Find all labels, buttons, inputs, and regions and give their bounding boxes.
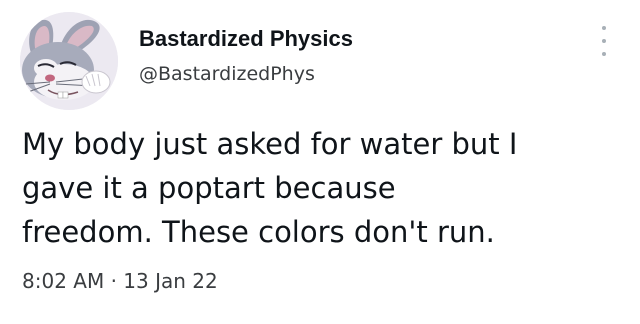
bugs-bunny-avatar-icon <box>20 12 118 110</box>
tweet-date: 13 Jan 22 <box>123 269 218 293</box>
timestamp-separator: · <box>110 269 117 293</box>
avatar[interactable] <box>20 12 118 110</box>
tweet-time: 8:02 AM <box>22 269 105 293</box>
tweet-timestamp[interactable]: 8:02 AM · 13 Jan 22 <box>22 268 218 294</box>
tweet-card: Bastardized Physics @BastardizedPhys My … <box>0 0 640 324</box>
author-display-name[interactable]: Bastardized Physics <box>139 25 353 53</box>
tweet-text-line: freedom. These colors don't run. <box>22 215 495 249</box>
tweet-text-line: gave it a poptart because <box>22 171 396 205</box>
tweet-text-line: My body just asked for water but I <box>22 127 518 161</box>
more-dots-icon <box>602 52 606 56</box>
more-options-button[interactable] <box>596 26 612 56</box>
author-handle[interactable]: @BastardizedPhys <box>139 61 315 87</box>
more-dots-icon <box>602 26 606 30</box>
tweet-text: My body just asked for water but I gave … <box>22 122 632 254</box>
more-dots-icon <box>602 39 606 43</box>
